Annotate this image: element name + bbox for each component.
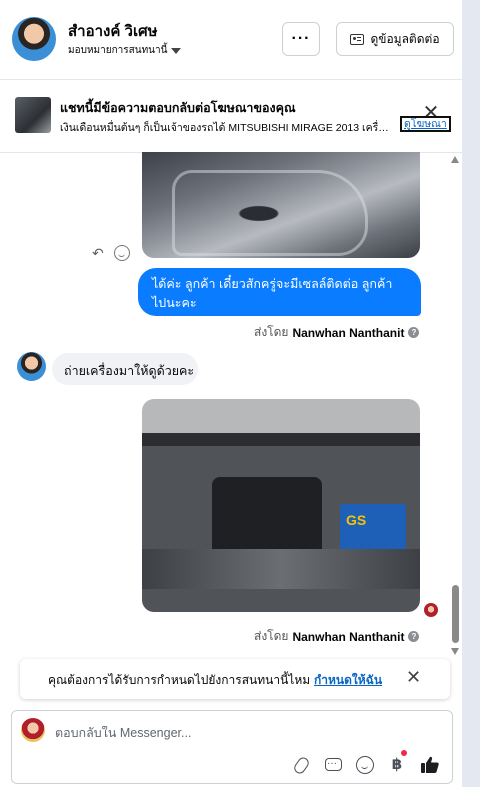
reply-composer: ฿ [11, 710, 453, 784]
view-contact-info-button[interactable]: ดูข้อมูลติดต่อ [336, 22, 454, 56]
help-icon[interactable]: ? [408, 327, 420, 338]
contact-name[interactable]: สำอางค์ วิเศษ [68, 19, 158, 43]
emoji-icon[interactable] [356, 756, 374, 774]
assign-notification: คุณต้องการได้รับการกำหนดไปยังการสนทนานี้… [20, 659, 450, 699]
scrollbar-thumb[interactable] [452, 585, 459, 643]
contact-avatar-small[interactable] [17, 352, 46, 381]
id-card-icon [350, 33, 365, 45]
assign-to-me-link[interactable]: กำหนดให้ฉัน [314, 671, 382, 690]
seen-avatar [424, 603, 438, 617]
outgoing-message[interactable]: ได้ค่ะ ลูกค้า เดี๋ยวสักครู่จะมีเซลล์ติดต… [138, 268, 421, 316]
baht-symbol: ฿ [391, 756, 403, 773]
sent-by-prefix: ส่งโดย [254, 325, 289, 339]
composer-toolbar: ฿ [292, 750, 440, 775]
page-avatar [21, 718, 45, 742]
sent-by-prefix: ส่งโดย [254, 629, 289, 643]
assign-notification-text: คุณต้องการได้รับการกำหนดไปยังการสนทนานี้… [48, 673, 311, 687]
radiator-hose [142, 549, 420, 589]
help-icon[interactable]: ? [408, 631, 420, 642]
sender-name: Nanwhan Nanthanit [292, 325, 405, 340]
chevron-down-icon [171, 47, 182, 54]
close-icon[interactable]: ✕ [406, 668, 421, 686]
thumbs-up-icon[interactable] [420, 755, 440, 775]
message-actions: ↶ [92, 245, 130, 261]
contact-info-label: ดูข้อมูลติดต่อ [370, 31, 440, 46]
engine-bay-photo[interactable]: GS [142, 399, 420, 612]
sent-by-label-2: ส่งโดย Nanwhan Nanthanit ? [254, 627, 420, 646]
sender-name: Nanwhan Nanthanit [292, 629, 405, 644]
smile-icon[interactable] [114, 245, 130, 261]
notification-dot [401, 750, 407, 756]
conversation-panel: สำอางค์ วิเศษ มอบหมายการสนทนานี้ ··· ดูข… [0, 0, 462, 787]
paperclip-icon[interactable] [292, 756, 310, 774]
assign-label: มอบหมายการสนทนานี้ [68, 45, 168, 56]
assign-conversation-dropdown[interactable]: มอบหมายการสนทนานี้ [68, 43, 182, 58]
conversation-header: สำอางค์ วิเศษ มอบหมายการสนทนานี้ ··· ดูข… [0, 0, 462, 80]
quick-reply-icon[interactable] [324, 755, 342, 774]
engine-block [212, 477, 322, 557]
ad-reply-banner: แชทนี้มีข้อความตอบกลับต่อโฆษณาของคุณ เงิ… [0, 80, 462, 153]
contact-avatar[interactable] [12, 17, 56, 61]
reply-input[interactable] [55, 726, 435, 740]
ad-thumbnail[interactable] [15, 97, 51, 133]
incoming-message[interactable]: ถ่ายเครื่องมาให้ดูด้วยคะ [52, 353, 198, 385]
scroll-down-arrow[interactable] [451, 648, 459, 655]
more-options-button[interactable]: ··· [282, 22, 320, 56]
car-door-photo[interactable] [142, 152, 420, 258]
ad-banner-text: เงินเดือนหมื่นต้นๆ ก็เป็นเจ้าของรถได้ MI… [60, 122, 394, 134]
ad-banner-title: แชทนี้มีข้อความตอบกลับต่อโฆษณาของคุณ [60, 101, 296, 115]
baht-icon[interactable]: ฿ [388, 750, 407, 774]
reply-icon[interactable]: ↶ [92, 246, 106, 260]
view-ad-link[interactable]: ดูโฆษณา [400, 116, 451, 132]
window-edge [462, 0, 480, 787]
scroll-up-arrow[interactable] [451, 156, 459, 163]
sent-by-label: ส่งโดย Nanwhan Nanthanit ? [254, 323, 420, 342]
battery-brand: GS [346, 512, 367, 528]
